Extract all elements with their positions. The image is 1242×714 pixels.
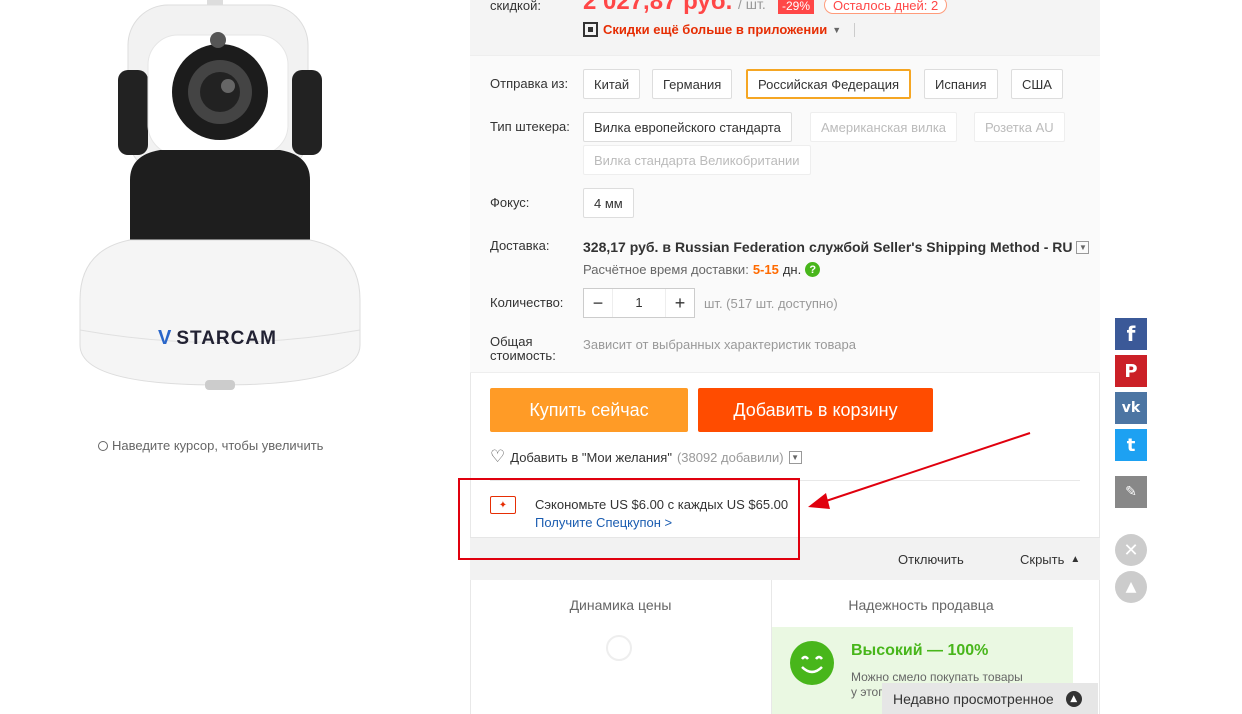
- recently-viewed-label: Недавно просмотренное: [893, 690, 1054, 707]
- qr-icon: [583, 22, 598, 37]
- brand-logo: V STARCAM: [158, 327, 277, 350]
- quantity-availability: шт. (517 шт. доступно): [704, 296, 838, 311]
- delivery-dropdown-icon[interactable]: ▼: [1076, 240, 1090, 254]
- tab-seller-reliability[interactable]: Надежность продавца: [772, 597, 1070, 613]
- pinterest-share-icon[interactable]: P: [1115, 355, 1147, 387]
- wishlist-label: Добавить в "Мои желания": [510, 449, 672, 465]
- app-promo[interactable]: Скидки ещё больше в приложении ▼: [583, 22, 856, 37]
- disable-button[interactable]: Отключить: [898, 552, 964, 567]
- price-value: 2 027,87 руб.: [583, 0, 733, 15]
- total-label-line1: Общая: [490, 334, 533, 349]
- hide-arrow-icon: ▲: [1070, 554, 1081, 565]
- smile-icon: [790, 641, 834, 685]
- plug-eu[interactable]: Вилка европейского стандарта: [583, 112, 792, 142]
- eta-value: 5-15: [752, 262, 779, 277]
- ship-from-russia[interactable]: Российская Федерация: [746, 69, 912, 99]
- zoom-hint: Наведите курсор, чтобы увеличить: [98, 438, 323, 453]
- help-icon[interactable]: ?: [805, 262, 821, 277]
- focus-label: Фокус:: [490, 195, 530, 210]
- total-label: Общая стоимость:: [490, 335, 556, 363]
- ship-from-usa[interactable]: США: [1011, 69, 1063, 99]
- chevron-up-icon: ▲: [1065, 690, 1082, 707]
- ship-from-china[interactable]: Китай: [583, 69, 641, 99]
- scroll-top-icon[interactable]: ▲: [1115, 571, 1147, 603]
- wishlist-link[interactable]: ♡ Добавить в "Мои желания" (38092 добави…: [490, 447, 802, 467]
- buy-now-button[interactable]: Купить сейчас: [490, 388, 688, 432]
- zoom-hint-text: Наведите курсор, чтобы увеличить: [112, 438, 324, 453]
- quantity-input[interactable]: 1: [612, 289, 666, 317]
- eta-label: Расчётное время доставки:: [583, 262, 749, 277]
- tab-price-dynamics[interactable]: Динамика цены: [470, 597, 771, 613]
- delivery-service-word: службой: [808, 239, 870, 255]
- quantity-label: Количество:: [490, 295, 564, 310]
- recently-viewed-bar[interactable]: Недавно просмотренное ▲: [882, 683, 1098, 714]
- quantity-stepper: − 1 +: [583, 288, 695, 318]
- delivery-eta: Расчётное время доставки: 5-15 дн. ?: [583, 262, 821, 277]
- delivery-method: Seller's Shipping Method - RU: [873, 239, 1073, 255]
- wishlist-count: (38092 добавили): [676, 449, 784, 465]
- close-icon[interactable]: ✕: [1115, 534, 1147, 566]
- ship-from-spain[interactable]: Испания: [924, 69, 998, 99]
- focus-4mm[interactable]: 4 мм: [583, 188, 634, 218]
- brand-v-icon: V: [158, 327, 173, 349]
- plug-uk[interactable]: Вилка стандарта Великобритании: [583, 145, 811, 175]
- quantity-minus-button[interactable]: −: [584, 293, 612, 314]
- edit-icon[interactable]: ✎: [1115, 476, 1147, 508]
- hide-button[interactable]: Скрыть ▲: [1020, 552, 1080, 568]
- delivery-destination: Russian Federation: [675, 239, 805, 255]
- total-value: Зависит от выбранных характеристик товар…: [583, 337, 856, 352]
- eta-unit: дн.: [782, 262, 802, 277]
- ship-from-germany[interactable]: Германия: [652, 69, 733, 99]
- product-image[interactable]: V STARCAM: [70, 0, 370, 400]
- plug-us[interactable]: Американская вилка: [810, 112, 958, 142]
- delivery-label: Доставка:: [490, 238, 550, 253]
- twitter-share-icon[interactable]: t: [1115, 429, 1147, 461]
- heart-icon: ♡: [490, 447, 506, 467]
- delivery-by: в: [662, 239, 672, 255]
- price-unit: / шт.: [738, 0, 766, 12]
- delivery-price: 328,17 руб.: [583, 239, 659, 255]
- chevron-down-icon: ▼: [832, 24, 842, 35]
- divider: [854, 22, 856, 37]
- days-left-badge: Осталось дней: 2: [824, 0, 948, 14]
- total-label-line2: стоимость:: [490, 348, 556, 363]
- hide-label: Скрыть: [1020, 552, 1065, 567]
- price-label: скидкой:: [490, 0, 541, 13]
- delivery-info: 328,17 руб. в Russian Federation службой…: [583, 239, 1090, 255]
- plug-label: Тип штекера:: [490, 119, 570, 134]
- annotation-arrow: [808, 432, 1031, 509]
- discount-badge: -29%: [778, 0, 815, 14]
- loading-spinner: [606, 635, 632, 661]
- app-promo-text: Скидки ещё больше в приложении: [603, 22, 828, 37]
- plug-au[interactable]: Розетка AU: [974, 112, 1065, 142]
- seller-rating: Высокий — 100%: [851, 642, 989, 659]
- facebook-share-icon[interactable]: f: [1115, 318, 1147, 350]
- vk-share-icon[interactable]: vk: [1115, 392, 1147, 424]
- annotation-box: [458, 478, 800, 560]
- brand-name: STARCAM: [176, 327, 277, 349]
- quantity-plus-button[interactable]: +: [666, 293, 694, 314]
- magnifier-icon: [98, 440, 108, 451]
- sku-zone: [470, 55, 1100, 373]
- ship-from-label: Отправка из:: [490, 76, 569, 91]
